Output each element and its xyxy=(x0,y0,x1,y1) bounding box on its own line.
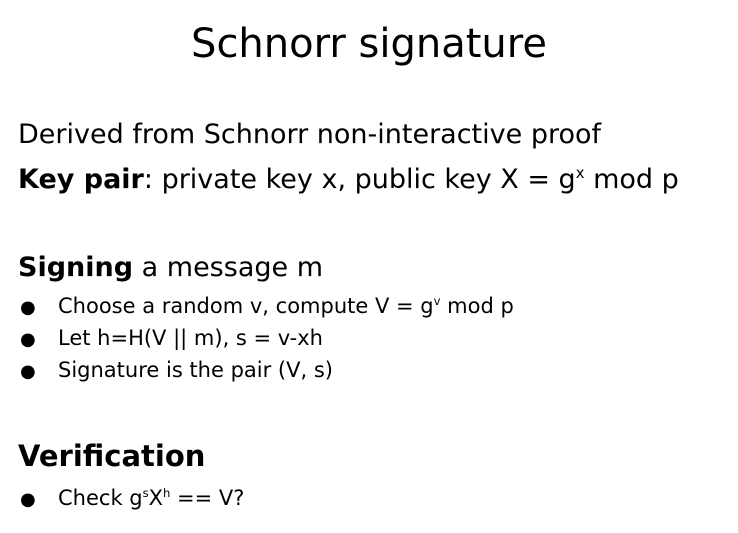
bullet-dot: ● xyxy=(20,361,36,382)
signing-heading: Signing a message m xyxy=(18,251,323,285)
keypair-text-a: : private key x, public key X = g xyxy=(143,164,576,195)
verification-bullet: ● Check gsXh == V? xyxy=(20,485,244,513)
bullet-dot: ● xyxy=(20,329,36,350)
bullet-dot: ● xyxy=(20,297,36,318)
bullet-text: Signature is the pair (V, s) xyxy=(58,358,333,382)
verification-heading: Verification xyxy=(18,439,205,473)
check-text-a: Check g xyxy=(58,486,143,510)
bullet-dot: ● xyxy=(20,489,36,510)
slide-title: Schnorr signature xyxy=(191,21,547,67)
intro-text: Derived from Schnorr non-interactive pro… xyxy=(18,119,602,150)
signing-bullet-1: ● Choose a random v, compute V = gv mod p xyxy=(20,293,514,321)
signing-bullet-2: ● Let h=H(V || m), s = v-xh xyxy=(20,325,323,353)
bullet-text-a: Choose a random v, compute V = g xyxy=(58,294,434,318)
intro-line: Derived from Schnorr non-interactive pro… xyxy=(18,118,601,152)
keypair-text-b: mod p xyxy=(584,164,679,195)
signing-label: Signing xyxy=(18,252,134,283)
check-mid: X xyxy=(148,486,164,510)
bullet-text: Let h=H(V || m), s = v-xh xyxy=(58,326,323,350)
signing-bullet-3: ● Signature is the pair (V, s) xyxy=(20,357,333,385)
slide: Schnorr signature Derived from Schnorr n… xyxy=(0,0,738,533)
keypair-line: Key pair: private key x, public key X = … xyxy=(18,163,679,197)
keypair-label: Key pair xyxy=(18,164,144,195)
signing-rest: a message m xyxy=(133,252,323,283)
keypair-exponent: x xyxy=(575,164,585,182)
bullet-text-b: mod p xyxy=(440,294,514,318)
check-text-b: == V? xyxy=(170,486,245,510)
verification-label: Verification xyxy=(18,439,206,473)
